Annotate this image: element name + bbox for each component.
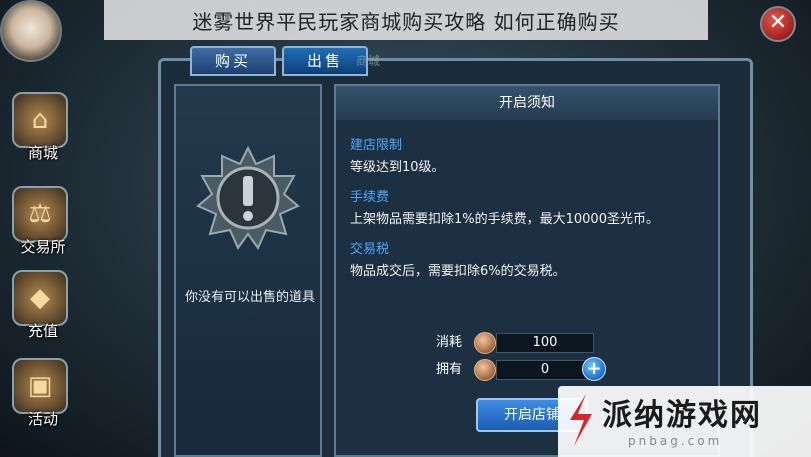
open-shop-label: 开启店铺 bbox=[504, 407, 560, 423]
plus-icon: + bbox=[586, 358, 602, 379]
scales-icon: ⚖ bbox=[12, 186, 68, 242]
banner-title: 迷雾世界平民玩家商城购买攻略 如何正确购买 bbox=[192, 9, 620, 34]
notice-header: 开启须知 bbox=[336, 86, 718, 120]
close-icon: ✕ bbox=[768, 10, 788, 35]
warning-icon bbox=[196, 146, 300, 250]
sidebar-item-recharge[interactable]: ◆ 充值 bbox=[0, 264, 90, 354]
sidebar-item-label: 交易所 bbox=[20, 238, 66, 256]
empty-inventory-text: 你没有可以出售的道具 bbox=[184, 290, 315, 305]
page-banner: 迷雾世界平民玩家商城购买攻略 如何正确购买 bbox=[104, 0, 708, 40]
owned-label: 拥有 bbox=[436, 362, 463, 377]
add-currency-button[interactable]: + bbox=[582, 357, 606, 381]
section-title: 交易税 bbox=[350, 242, 390, 257]
cost-value: 100 bbox=[496, 333, 594, 353]
panel-title-faded: 商城 bbox=[355, 54, 380, 68]
sidebar-item-label: 商城 bbox=[27, 144, 58, 162]
player-avatar[interactable] bbox=[0, 0, 62, 62]
tab-buy[interactable]: 购买 bbox=[190, 46, 276, 76]
crystal-icon: ◆ bbox=[12, 270, 68, 326]
section-title: 手续费 bbox=[350, 190, 390, 205]
watermark-subtext: pnbag.com bbox=[628, 434, 723, 448]
inventory-panel: 你没有可以出售的道具 bbox=[174, 84, 322, 457]
owned-value: 0 bbox=[496, 360, 594, 380]
close-button[interactable]: ✕ bbox=[760, 6, 796, 42]
cost-label: 消耗 bbox=[436, 335, 463, 350]
coin-icon bbox=[474, 359, 496, 381]
sidebar-item-events[interactable]: ▣ 活动 bbox=[0, 352, 90, 442]
coin-icon bbox=[474, 332, 496, 354]
sidebar-item-shop[interactable]: ⌂ 商城 bbox=[0, 86, 90, 176]
sidebar-item-label: 充值 bbox=[27, 322, 58, 340]
treasure-icon: ▣ bbox=[12, 358, 68, 414]
section-body: 上架物品需要扣除1%的手续费，最大10000圣光币。 bbox=[350, 212, 659, 227]
sidebar-item-exchange[interactable]: ⚖ 交易所 bbox=[0, 180, 90, 270]
shop-icon: ⌂ bbox=[12, 92, 68, 148]
tab-label: 购买 bbox=[214, 52, 251, 70]
site-watermark: 派纳游戏网 pnbag.com bbox=[558, 386, 811, 457]
section-body: 等级达到10级。 bbox=[350, 160, 445, 175]
sidebar-item-label: 活动 bbox=[27, 410, 58, 428]
watermark-text: 派纳游戏网 bbox=[602, 398, 762, 433]
site-logo-icon bbox=[570, 394, 592, 446]
section-body: 物品成交后，需要扣除6%的交易税。 bbox=[350, 264, 566, 279]
section-title: 建店限制 bbox=[350, 138, 403, 153]
